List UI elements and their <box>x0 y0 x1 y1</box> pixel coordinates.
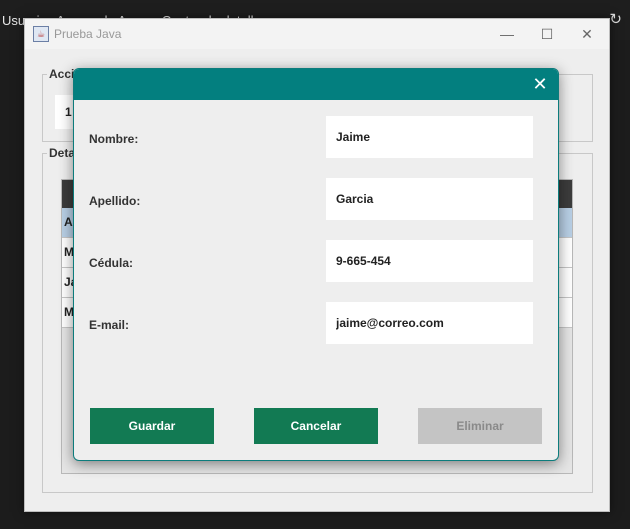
email-field[interactable] <box>326 302 533 344</box>
maximize-button[interactable]: ☐ <box>531 23 563 45</box>
nombre-label: Nombre: <box>89 132 139 146</box>
email-label: E-mail: <box>89 318 130 332</box>
acciones-legend: Acci <box>47 67 77 81</box>
apellido-label: Apellido: <box>89 194 141 208</box>
java-app-icon: ☕ <box>33 26 49 42</box>
window-titlebar[interactable]: ☕ Prueba Java — ☐ ✕ <box>25 19 609 49</box>
cancelar-button[interactable]: Cancelar <box>254 408 378 444</box>
cedula-label: Cédula: <box>89 256 134 270</box>
window-close-button[interactable]: ✕ <box>571 23 603 45</box>
cedula-field[interactable] <box>326 240 533 282</box>
window-title: Prueba Java <box>54 27 122 41</box>
user-edit-dialog: ✕ Nombre: Apellido: Cédula: E-mail: Guar… <box>73 68 559 461</box>
eliminar-button: Eliminar <box>418 408 542 444</box>
minimize-button[interactable]: — <box>491 23 523 45</box>
reload-icon[interactable]: ↻ <box>609 10 622 28</box>
guardar-button[interactable]: Guardar <box>90 408 214 444</box>
apellido-field[interactable] <box>326 178 533 220</box>
nombre-field[interactable] <box>326 116 533 158</box>
dialog-titlebar[interactable]: ✕ <box>74 69 558 100</box>
dialog-close-button[interactable]: ✕ <box>528 73 552 95</box>
